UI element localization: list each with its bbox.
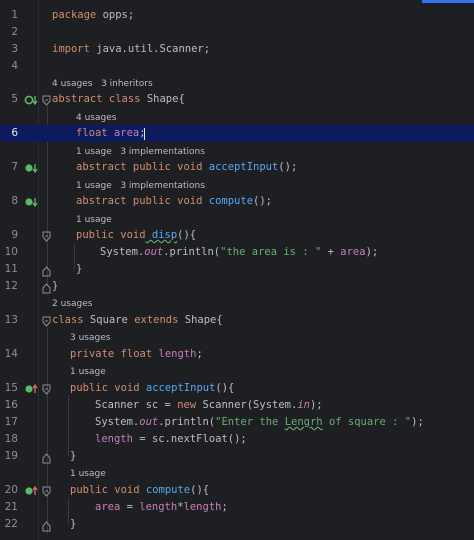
usages-hint[interactable]: 1 usage <box>76 181 112 191</box>
usages-hint[interactable]: 1 usage <box>70 367 106 377</box>
code-line-6[interactable]: 6 float area; <box>0 125 474 142</box>
code-line-18[interactable]: 18 length = sc.nextFloat(); <box>0 432 474 448</box>
code-text: public void disp(){ <box>76 229 197 241</box>
usages-hint[interactable]: 1 usage <box>70 469 106 479</box>
code-text: } <box>70 450 77 462</box>
line-number: 14 <box>4 348 18 360</box>
usages-hint[interactable]: 1 usage <box>76 147 112 157</box>
usages-hint[interactable]: 2 usages <box>52 299 92 309</box>
code-text: } <box>52 280 59 292</box>
code-text: private float length; <box>70 348 203 360</box>
implementations-hint[interactable]: 3 implementations <box>120 181 205 191</box>
code-text: abstract public void acceptInput(); <box>76 161 298 173</box>
code-line-2[interactable]: 2 <box>0 25 474 41</box>
code-line-4[interactable]: 4 <box>0 59 474 75</box>
line-number: 13 <box>4 314 18 326</box>
line-number: 2 <box>11 26 18 38</box>
code-text: public void compute(){ <box>70 484 210 496</box>
fold-end-icon[interactable] <box>42 265 51 277</box>
line-number: 6 <box>11 127 18 139</box>
code-line-21[interactable]: 21 area = length*length; <box>0 500 474 516</box>
code-text: abstract public void compute(); <box>76 195 272 207</box>
line-number: 16 <box>4 399 18 411</box>
line-number: 8 <box>11 195 18 207</box>
code-line-13[interactable]: 13 class Square extends Shape{ <box>0 313 474 329</box>
code-text: class Square extends Shape{ <box>52 314 223 326</box>
inlay-hint[interactable]: 1 usage 3 implementations <box>76 181 205 191</box>
inlay-hint[interactable]: 1 usage 3 implementations <box>76 147 205 157</box>
code-text: Scanner sc = new Scanner(System.in); <box>95 399 323 411</box>
code-line-12[interactable]: 12 } <box>0 279 474 295</box>
fold-toggle-icon[interactable] <box>42 316 51 328</box>
usages-hint[interactable]: 3 usages <box>70 333 110 343</box>
usages-hint[interactable]: 4 usages <box>52 79 92 89</box>
code-line-1[interactable]: 1 package opps; <box>0 8 474 24</box>
fold-toggle-icon[interactable] <box>42 384 51 396</box>
fold-end-icon[interactable] <box>42 282 51 294</box>
line-number: 10 <box>4 246 18 258</box>
code-line-20[interactable]: 20 public void compute(){ <box>0 483 474 499</box>
code-text: import java.util.Scanner; <box>52 43 211 55</box>
line-number: 22 <box>4 518 18 530</box>
line-number: 19 <box>4 450 18 462</box>
code-line-9[interactable]: 9 public void disp(){ <box>0 228 474 244</box>
fold-end-icon[interactable] <box>42 452 51 464</box>
code-line-10[interactable]: 10 System.out.println("the area is : " +… <box>0 245 474 261</box>
code-line-11[interactable]: 11 } <box>0 262 474 278</box>
code-line-7[interactable]: 7 abstract public void acceptInput(); <box>0 160 474 176</box>
line-number: 9 <box>11 229 18 241</box>
code-text: float area; <box>76 127 146 139</box>
code-line-5[interactable]: 5 abstract class Shape{ <box>0 92 474 108</box>
implementations-hint[interactable]: 3 implementations <box>120 147 205 157</box>
inlay-hint[interactable]: 4 usages 3 inheritors <box>52 79 153 89</box>
code-text: length = sc.nextFloat(); <box>95 433 247 445</box>
line-number: 11 <box>4 263 18 275</box>
code-line-19[interactable]: 19 } <box>0 449 474 465</box>
implemented-down-icon[interactable] <box>24 94 38 106</box>
overrides-up-icon[interactable] <box>24 383 38 395</box>
line-number: 12 <box>4 280 18 292</box>
line-number: 20 <box>4 484 18 496</box>
code-text: System.out.println("the area is : " + ar… <box>100 246 379 258</box>
implemented-down-icon[interactable] <box>24 162 38 174</box>
usages-hint[interactable]: 4 usages <box>76 113 116 123</box>
fold-toggle-icon[interactable] <box>42 486 51 498</box>
fold-toggle-icon[interactable] <box>42 95 51 107</box>
usages-hint[interactable]: 1 usage <box>76 215 112 225</box>
line-number: 15 <box>4 382 18 394</box>
code-line-15[interactable]: 15 public void acceptInput(){ <box>0 381 474 397</box>
code-text: System.out.println("Enter the Lengrh of … <box>95 416 424 428</box>
code-text: public void acceptInput(){ <box>70 382 235 394</box>
code-line-14[interactable]: 14 private float length; <box>0 347 474 363</box>
line-number: 5 <box>11 93 18 105</box>
fold-toggle-icon[interactable] <box>42 231 51 243</box>
code-editor[interactable]: 1 package opps; 2 3 import java.util.Sca… <box>0 0 474 540</box>
tab-indicator <box>422 0 474 3</box>
code-line-8[interactable]: 8 abstract public void compute(); <box>0 194 474 210</box>
code-line-22[interactable]: 22 } <box>0 517 474 533</box>
line-number: 3 <box>11 43 18 55</box>
code-line-16[interactable]: 16 Scanner sc = new Scanner(System.in); <box>0 398 474 414</box>
line-number: 18 <box>4 433 18 445</box>
line-number: 7 <box>11 161 18 173</box>
line-number: 17 <box>4 416 18 428</box>
fold-end-icon[interactable] <box>42 520 51 532</box>
line-number: 1 <box>11 9 18 21</box>
overrides-up-icon[interactable] <box>24 485 38 497</box>
code-text: } <box>76 263 83 275</box>
code-line-3[interactable]: 3 import java.util.Scanner; <box>0 42 474 58</box>
text-caret <box>144 128 145 140</box>
line-number: 4 <box>11 60 18 72</box>
code-text: } <box>70 518 77 530</box>
implemented-down-icon[interactable] <box>24 196 38 208</box>
code-text: package opps; <box>52 9 135 21</box>
inheritors-hint[interactable]: 3 inheritors <box>101 79 153 89</box>
code-line-17[interactable]: 17 System.out.println("Enter the Lengrh … <box>0 415 474 431</box>
code-text: area = length*length; <box>95 501 228 513</box>
code-text: abstract class Shape{ <box>52 93 185 105</box>
line-number: 21 <box>4 501 18 513</box>
